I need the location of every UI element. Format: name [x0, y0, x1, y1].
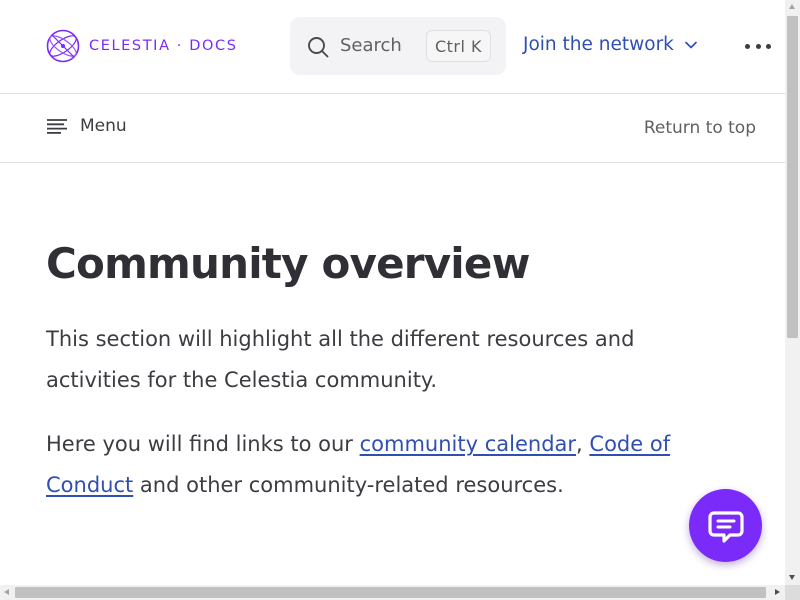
- scroll-left-arrow-icon[interactable]: [4, 589, 9, 595]
- horizontal-scrollbar[interactable]: [0, 585, 785, 600]
- local-nav: Menu Return to top: [0, 94, 785, 162]
- search-icon: [308, 37, 329, 58]
- community-calendar-link[interactable]: community calendar: [360, 432, 576, 456]
- logo-text: CELESTIA · DOCS: [89, 38, 238, 54]
- menu-button[interactable]: Menu: [46, 116, 127, 136]
- menu-label: Menu: [80, 116, 127, 136]
- chevron-down-icon: [685, 41, 697, 48]
- vertical-scrollbar[interactable]: [785, 0, 800, 585]
- more-horizontal-icon: [766, 43, 771, 49]
- logo[interactable]: CELESTIA · DOCS: [46, 29, 238, 63]
- search-shortcut-badge: Ctrl K: [426, 30, 491, 62]
- horizontal-scroll-thumb[interactable]: [15, 587, 766, 598]
- scroll-up-arrow-icon[interactable]: [789, 4, 795, 9]
- links-paragraph-suffix: and other community-related resources.: [133, 472, 564, 497]
- menu-lines-icon: [47, 119, 67, 134]
- celestia-logo-icon: [46, 29, 80, 63]
- join-network-dropdown[interactable]: Join the network: [523, 34, 698, 55]
- search-label: Search: [340, 35, 402, 56]
- more-horizontal-icon: [745, 43, 750, 49]
- page-title: Community overview: [46, 239, 530, 288]
- scroll-right-arrow-icon[interactable]: [775, 589, 780, 595]
- main-content: Community overview This section will hig…: [46, 236, 726, 505]
- links-paragraph: Here you will find links to our communit…: [46, 424, 726, 505]
- scrollbar-corner: [785, 585, 800, 600]
- vertical-scroll-thumb[interactable]: [787, 16, 798, 338]
- top-header: CELESTIA · DOCS Search Ctrl K Join the n…: [0, 0, 785, 93]
- join-network-label: Join the network: [523, 34, 674, 55]
- more-horizontal-icon: [755, 43, 761, 49]
- subnav-divider: [0, 162, 785, 163]
- more-options-button[interactable]: [745, 36, 771, 56]
- search-button[interactable]: Search Ctrl K: [290, 17, 506, 75]
- chat-widget-button[interactable]: [689, 489, 762, 562]
- return-to-top-link[interactable]: Return to top: [644, 118, 756, 138]
- intro-paragraph: This section will highlight all the diff…: [46, 327, 635, 392]
- scroll-down-arrow-icon[interactable]: [789, 575, 795, 580]
- links-separator: ,: [576, 432, 590, 456]
- links-paragraph-prefix: Here you will find links to our: [46, 432, 360, 456]
- page: CELESTIA · DOCS Search Ctrl K Join the n…: [0, 0, 785, 585]
- chat-bubble-icon: [707, 510, 744, 543]
